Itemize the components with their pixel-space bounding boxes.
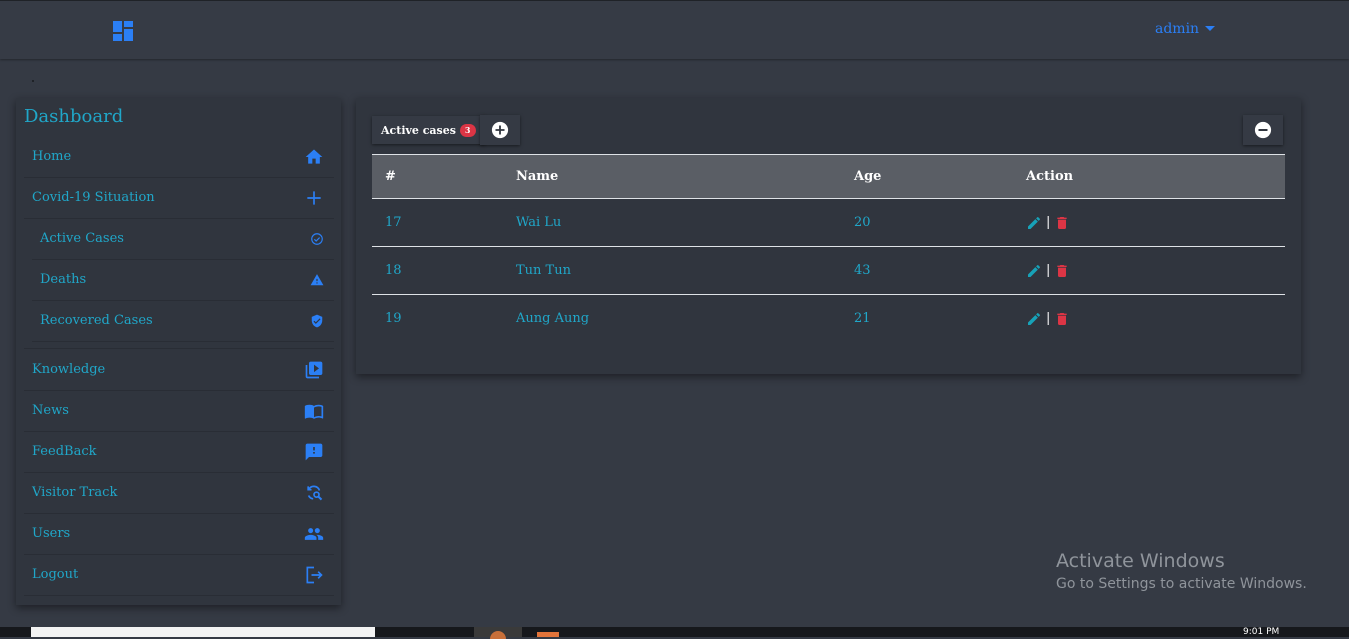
sidebar-item-feedback[interactable]: FeedBack	[24, 432, 334, 473]
stray-dot	[32, 80, 34, 82]
table-header-row: # Name Age Action	[372, 154, 1285, 199]
sidebar-item-label: Deaths	[40, 272, 87, 287]
warning-icon	[310, 274, 324, 286]
home-icon	[305, 149, 323, 164]
sidebar-item-label: Recovered Cases	[40, 313, 153, 328]
cell-name: Wai Lu	[516, 215, 562, 230]
logout-icon	[306, 566, 323, 584]
user-menu-label: admin	[1155, 21, 1200, 37]
tab-label: Active cases	[381, 123, 456, 137]
sidebar: Dashboard Home Covid-19 Situation Active…	[16, 98, 341, 605]
collapse-panel-button[interactable]	[1243, 115, 1283, 145]
active-cases-panel: Active cases 3 # Name Age Action 17 Wai …	[356, 98, 1301, 374]
column-header-name: Name	[516, 169, 559, 184]
activate-windows-watermark: Activate Windows Go to Settings to activ…	[1056, 550, 1307, 592]
add-case-button[interactable]	[480, 115, 520, 145]
cell-age: 43	[854, 263, 871, 278]
sync-search-icon	[307, 485, 323, 501]
action-separator: |	[1046, 215, 1051, 230]
dashboard-logo-icon[interactable]	[113, 21, 133, 41]
top-navbar: admin	[0, 0, 1349, 59]
cell-action: |	[1013, 295, 1285, 343]
delete-trash-icon[interactable]	[1054, 214, 1070, 232]
app-icon	[490, 631, 506, 639]
sidebar-item-label: Knowledge	[32, 362, 106, 377]
video-library-icon	[305, 361, 323, 379]
delete-trash-icon[interactable]	[1054, 262, 1070, 280]
sidebar-item-deaths[interactable]: Deaths	[32, 260, 334, 301]
tab-active-cases[interactable]: Active cases 3	[372, 116, 485, 144]
sidebar-item-covid-situation[interactable]: Covid-19 Situation	[24, 178, 334, 219]
edit-pencil-icon[interactable]	[1026, 215, 1042, 231]
book-icon	[304, 404, 324, 419]
column-header-id: #	[385, 169, 396, 184]
column-header-action: Action	[1026, 169, 1074, 184]
count-badge: 3	[459, 123, 476, 137]
sidebar-item-recovered-cases[interactable]: Recovered Cases	[32, 301, 334, 342]
sidebar-item-knowledge[interactable]: Knowledge	[24, 350, 334, 391]
table-row: 19 Aung Aung 21 |	[372, 295, 1285, 343]
cell-id: 19	[385, 311, 402, 327]
sidebar-item-label: Visitor Track	[32, 485, 118, 500]
delete-trash-icon[interactable]	[1054, 310, 1070, 328]
watermark-subtitle: Go to Settings to activate Windows.	[1056, 576, 1307, 592]
cell-id: 18	[385, 263, 402, 278]
user-menu-dropdown[interactable]: admin	[1155, 21, 1216, 37]
sidebar-item-label: Logout	[32, 567, 79, 582]
plus-circle-icon	[491, 121, 509, 139]
cell-id: 17	[385, 215, 402, 230]
watermark-title: Activate Windows	[1056, 550, 1225, 572]
sidebar-item-visitor-track[interactable]: Visitor Track	[24, 473, 334, 514]
sidebar-item-label: Home	[32, 149, 72, 164]
minus-circle-icon	[1254, 121, 1272, 139]
os-taskbar: 9:01 PM	[0, 627, 1349, 639]
edit-pencil-icon[interactable]	[1026, 311, 1042, 327]
cell-name: Tun Tun	[516, 263, 571, 278]
edit-pencil-icon[interactable]	[1026, 263, 1042, 279]
cell-age: 21	[854, 311, 871, 327]
sidebar-divider	[24, 348, 334, 349]
taskbar-clock[interactable]: 9:01 PM	[1243, 628, 1279, 637]
sidebar-item-label: FeedBack	[32, 444, 97, 459]
action-separator: |	[1046, 311, 1051, 327]
table-row: 18 Tun Tun 43 |	[372, 247, 1285, 295]
action-separator: |	[1046, 263, 1051, 278]
plus-icon	[307, 191, 321, 205]
column-header-age: Age	[854, 169, 882, 184]
cell-action: |	[1013, 199, 1285, 247]
sidebar-item-label: News	[32, 403, 69, 418]
cell-name: Aung Aung	[516, 311, 590, 327]
feedback-icon	[305, 443, 323, 461]
sidebar-item-label: Covid-19 Situation	[32, 190, 155, 205]
sidebar-item-label: Active Cases	[40, 231, 124, 246]
taskbar-search-box[interactable]	[31, 627, 375, 637]
sidebar-item-home[interactable]: Home	[24, 137, 334, 178]
sidebar-title: Dashboard	[24, 106, 124, 127]
cell-action: |	[1013, 247, 1285, 295]
cases-table: # Name Age Action 17 Wai Lu 20 | 18 Tun …	[372, 154, 1285, 343]
sidebar-item-news[interactable]: News	[24, 391, 334, 432]
sidebar-item-logout[interactable]: Logout	[24, 555, 334, 596]
table-row: 17 Wai Lu 20 |	[372, 199, 1285, 247]
caret-down-icon	[1205, 25, 1216, 31]
taskbar-app-button[interactable]	[537, 632, 559, 637]
taskbar-app-button[interactable]	[474, 627, 522, 639]
shield-icon	[311, 314, 323, 328]
users-icon	[304, 528, 324, 540]
check-circle-icon	[311, 233, 323, 245]
sidebar-item-label: Users	[32, 526, 71, 541]
cell-age: 20	[854, 215, 871, 230]
sidebar-item-users[interactable]: Users	[24, 514, 334, 555]
sidebar-item-active-cases[interactable]: Active Cases	[32, 219, 334, 260]
